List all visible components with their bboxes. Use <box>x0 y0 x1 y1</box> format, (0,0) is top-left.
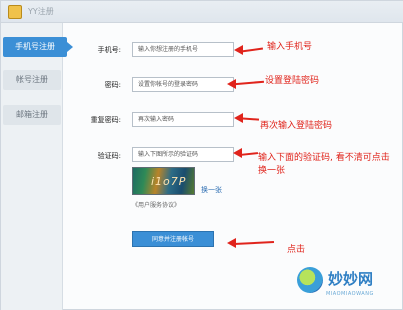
captcha-label: 验证码: <box>97 152 121 160</box>
annotation-submit: 点击 <box>287 245 306 255</box>
tab-account-register[interactable]: 帐号注册 <box>3 70 61 90</box>
password-input[interactable]: 设置你帐号的登录密码 <box>132 77 234 92</box>
registration-sidebar: 手机号注册 帐号注册 邮箱注册 <box>1 23 73 310</box>
annotation-password: 设置登陆密码 <box>265 76 320 86</box>
title-bar: YY注册 <box>1 1 403 23</box>
annotation-arrow-line-password <box>233 80 265 86</box>
watermark-logo-icon <box>297 267 323 293</box>
watermark-subtitle: MIAOMIAOWANG <box>326 291 374 297</box>
window-title: YY注册 <box>28 7 54 16</box>
annotation-arrow-line-phone <box>240 47 264 53</box>
annotation-arrow-line-captcha <box>239 152 259 156</box>
annotation-arrow-line-submit <box>233 240 275 246</box>
tab-phone-register[interactable]: 手机号注册 <box>3 37 73 57</box>
annotation-arrow-line-confirm <box>240 117 260 121</box>
annotation-confirm: 再次输入登陆密码 <box>260 121 333 131</box>
password-label: 密码: <box>104 81 121 89</box>
phone-label: 手机号: <box>97 46 121 54</box>
confirm-password-label: 重复密码: <box>90 116 121 124</box>
tab-email-register[interactable]: 邮箱注册 <box>3 105 61 125</box>
annotation-captcha: 输入下面的验证码, 看不清可点击换一张 <box>258 153 390 176</box>
captcha-image[interactable]: i1o7P <box>132 167 195 195</box>
confirm-password-input[interactable]: 再次输入密码 <box>132 112 234 127</box>
watermark-title: 妙妙网 <box>328 270 374 288</box>
app-logo-icon <box>8 5 22 19</box>
phone-input[interactable]: 输入你想注册的手机号 <box>132 42 234 57</box>
registration-window: YY注册 手机号注册 帐号注册 邮箱注册 手机号: 输入你想注册的手机号 密码:… <box>0 0 403 310</box>
agree-register-button[interactable]: 同意并注册帐号 <box>132 231 214 247</box>
captcha-image-text: i1o7P <box>151 175 187 188</box>
captcha-input[interactable]: 输入下图所示的验证码 <box>132 147 234 162</box>
annotation-phone: 输入手机号 <box>267 42 313 52</box>
refresh-captcha-link[interactable]: 换一张 <box>201 185 222 195</box>
user-agreement-link[interactable]: 《用户服务协议》 <box>132 200 180 209</box>
